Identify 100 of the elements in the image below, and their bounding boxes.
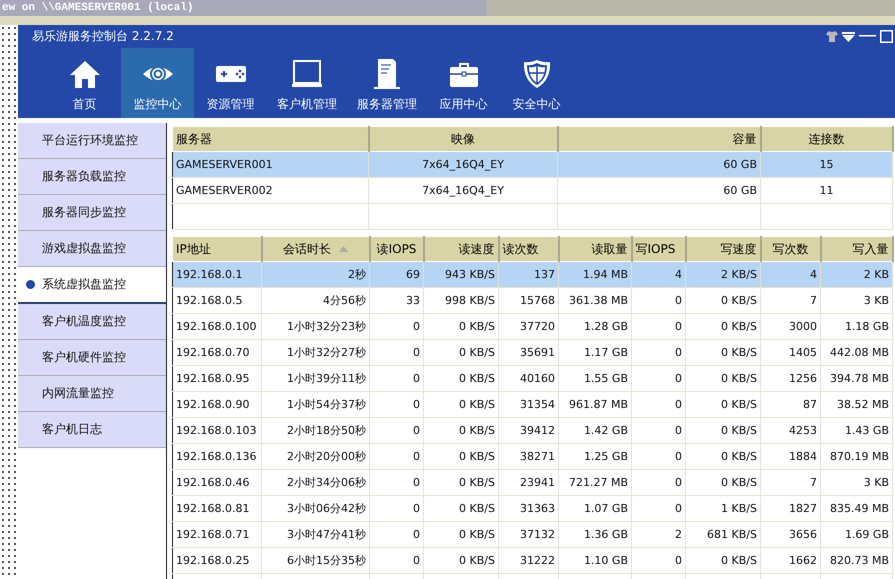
table-cell: 35691 (498, 340, 558, 366)
table-cell: 2 (632, 522, 686, 548)
table-cell: 1小时54分37秒 (262, 392, 370, 418)
column-header[interactable]: 映像 (368, 126, 558, 152)
table-cell: 0 (370, 496, 424, 522)
column-header[interactable]: 写入量 (820, 236, 892, 262)
table-cell: 192.168.0.95 (172, 366, 262, 392)
table-cell: 3000 (760, 314, 820, 340)
column-header[interactable]: 读IOPS (370, 236, 424, 262)
table-cell: 0 (370, 314, 424, 340)
table-cell: 1256 (760, 366, 820, 392)
table-cell: 1.43 GB (820, 418, 892, 444)
table-cell: 7x64_16Q4_EY (368, 152, 558, 178)
nav-tab[interactable]: 资源管理 (194, 48, 267, 118)
table-cell: 1.17 GB (558, 340, 632, 366)
table-cell: 0 (632, 314, 686, 340)
table-cell: 6小时15分35秒 (262, 548, 370, 574)
table-cell: 0 KB/S (424, 418, 498, 444)
table-cell: GAMESERVER002 (172, 178, 368, 204)
table-cell: 23941 (498, 470, 558, 496)
dropdown-icon[interactable] (842, 32, 855, 42)
table-cell: 192.168.0.103 (172, 418, 262, 444)
window-title: 易乐游服务控制台 2.2.7.2 (32, 28, 175, 45)
column-header[interactable]: 读速度 (424, 236, 498, 262)
table-cell: 0 (632, 444, 686, 470)
table-cell: 0 KB/S (424, 470, 498, 496)
nav-tab[interactable]: 首页 (48, 48, 121, 118)
table-cell: 998 KB/S (424, 288, 498, 314)
table-cell: 3 KB (820, 288, 892, 314)
table-cell: 3 KB (820, 470, 892, 496)
table-cell: 1827 (760, 496, 820, 522)
sidebar-item[interactable]: 客户机日志 (18, 412, 166, 448)
table-cell: 1884 (760, 444, 820, 470)
table-cell: 1.07 GB (558, 496, 632, 522)
sidebar-item[interactable]: 内网流量监控 (18, 376, 166, 412)
nav-tab[interactable]: 服务器管理 (347, 48, 427, 118)
table-cell: 0 (632, 288, 686, 314)
table-cell: 192.168.0.46 (172, 470, 262, 496)
table-cell: 0 (370, 444, 424, 470)
sidebar-item[interactable]: 游戏虚拟盘监控 (18, 231, 166, 267)
table-cell: 0 (632, 548, 686, 574)
table-cell: 1.18 GB (820, 314, 892, 340)
sidebar-item[interactable]: 平台运行环境监控 (18, 123, 166, 159)
table-cell: 0 (632, 392, 686, 418)
column-header[interactable]: 写IOPS (632, 236, 686, 262)
table-cell: 69 (370, 262, 424, 288)
table-cell: 31363 (498, 496, 558, 522)
table-cell: 0 KB/S (424, 366, 498, 392)
table-cell: 0 KB/S (424, 340, 498, 366)
table-cell: 721.27 MB (558, 470, 632, 496)
table-cell: 0 KB/S (686, 470, 760, 496)
nav-tab[interactable]: 客户机管理 (267, 48, 347, 118)
table-cell: 192.168.0.136 (172, 444, 262, 470)
sidebar-item[interactable]: 服务器同步监控 (18, 195, 166, 231)
nav-tab[interactable]: 安全中心 (500, 48, 573, 118)
table-cell: 2小时34分06秒 (262, 470, 370, 496)
column-header[interactable]: 会话时长 (262, 236, 370, 262)
column-header[interactable]: 读次数 (498, 236, 558, 262)
sidebar-item[interactable]: 客户机温度监控 (18, 304, 166, 340)
table-cell: 1.25 GB (558, 444, 632, 470)
maximize-icon[interactable] (880, 30, 893, 43)
table-cell: 31222 (498, 548, 558, 574)
nav-tab[interactable]: 监控中心 (121, 48, 194, 118)
table-cell: 0 KB/S (686, 548, 760, 574)
table-cell: 820.73 MB (820, 548, 892, 574)
table-cell: 38271 (498, 444, 558, 470)
sidebar-item[interactable]: 服务器负载监控 (18, 159, 166, 195)
column-header[interactable]: 写速度 (686, 236, 760, 262)
column-header[interactable]: IP地址 (172, 236, 262, 262)
table-cell: 1小时39分11秒 (262, 366, 370, 392)
table-cell: 1.94 MB (558, 262, 632, 288)
monitor-icon (291, 58, 323, 90)
column-header[interactable]: 写次数 (760, 236, 820, 262)
table-cell: 137 (498, 262, 558, 288)
sidebar-item[interactable]: 客户机硬件监控 (18, 340, 166, 376)
table-cell: 0 (370, 548, 424, 574)
table-cell: 0 (632, 340, 686, 366)
nav-tab[interactable]: 应用中心 (427, 48, 500, 118)
column-header[interactable]: 容量 (558, 126, 760, 152)
table-cell: 0 KB/S (424, 392, 498, 418)
table-cell: 1405 (760, 340, 820, 366)
table-cell: 192.168.0.70 (172, 340, 262, 366)
table-cell: 87 (760, 392, 820, 418)
table-cell: 394.78 MB (820, 366, 892, 392)
table-cell: 1.28 GB (558, 314, 632, 340)
table-cell: 442.08 MB (820, 340, 892, 366)
column-header[interactable]: 服务器 (172, 126, 368, 152)
shirt-icon[interactable] (826, 31, 838, 42)
table-cell: 4 (760, 262, 820, 288)
selected-dot-icon (26, 280, 35, 289)
table-cell: 0 (370, 340, 424, 366)
table-cell: 31354 (498, 392, 558, 418)
column-header[interactable]: 读取量 (558, 236, 632, 262)
column-header[interactable]: 连接数 (760, 126, 892, 152)
table-cell: 4 (632, 262, 686, 288)
table-cell: 4分56秒 (262, 288, 370, 314)
table-cell: 39412 (498, 418, 558, 444)
table-cell: 0 KB/S (686, 314, 760, 340)
minimize-icon[interactable] (859, 35, 876, 38)
table-cell: 0 KB/S (686, 444, 760, 470)
